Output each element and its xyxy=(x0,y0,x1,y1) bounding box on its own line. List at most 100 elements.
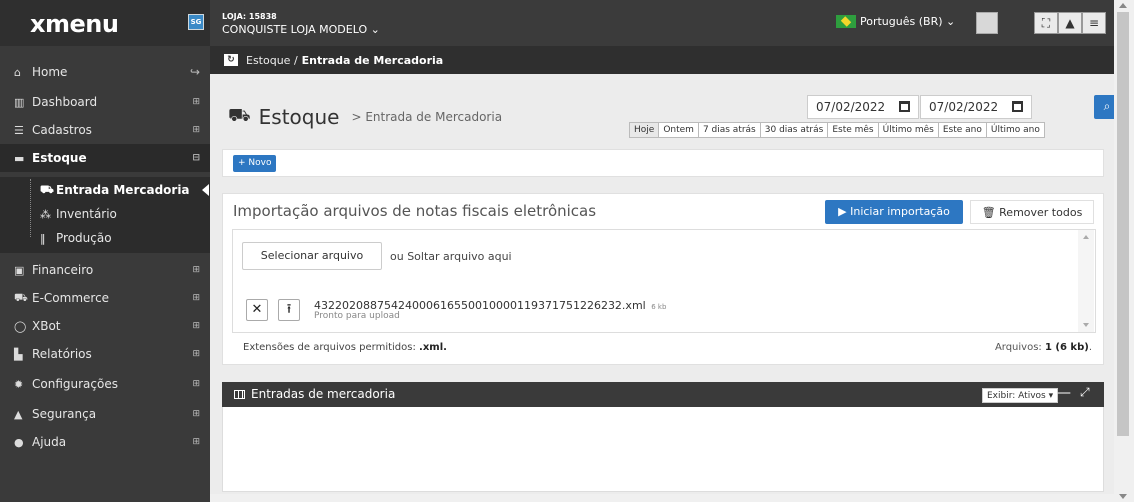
sidebar-item-seguranca[interactable]: ▲ Segurança ⊞ xyxy=(0,400,210,428)
sidebar-item-ajuda[interactable]: ● Ajuda ⊞ xyxy=(0,428,210,456)
notifications-bell-icon[interactable]: ▲ xyxy=(1058,12,1082,34)
cutlery-icon: ‖ xyxy=(40,231,46,245)
horizontal-scrollbar[interactable] xyxy=(210,494,1114,502)
select-file-button[interactable]: Selecionar arquivo xyxy=(242,242,382,270)
page-title: Estoque xyxy=(258,105,340,129)
sidebar-item-cadastros[interactable]: ☰ Cadastros ⊞ xyxy=(0,116,210,144)
expand-arrows-icon[interactable]: ⤢ xyxy=(1080,385,1090,400)
files-count: Arquivos: 1 (6 kb). xyxy=(995,342,1092,353)
remove-file-icon[interactable]: ✕ xyxy=(246,299,268,321)
sidebar-item-relatorios[interactable]: ▙ Relatórios ⊞ xyxy=(0,340,210,368)
sidebar-item-inventario[interactable]: ⁂ Inventário xyxy=(0,202,210,226)
lock-icon: ▲ xyxy=(14,407,23,421)
dropzone-scrollbar[interactable] xyxy=(1078,230,1094,332)
language-selector[interactable]: Português (BR) ⌄ xyxy=(836,15,955,28)
app-logo[interactable]: xmenu xyxy=(30,10,119,38)
import-panel-title: Importação arquivos de notas fiscais ele… xyxy=(233,202,597,220)
upload-file-icon[interactable]: ⭱ xyxy=(278,299,300,321)
truck-icon: ▬ xyxy=(14,151,25,165)
expand-icon: ⊞ xyxy=(192,97,200,107)
ext-value: .xml. xyxy=(419,342,447,353)
page-title-group: ⛟ Estoque > Entrada de Mercadoria xyxy=(228,105,502,129)
sidebar-item-label: Relatórios xyxy=(32,347,92,361)
sidebar-item-label: E-Commerce xyxy=(32,291,110,305)
remove-all-button[interactable]: 🗑 Remover todos xyxy=(970,200,1094,224)
sidebar-item-home[interactable]: ⌂ Home ↪ xyxy=(0,58,210,86)
sidebar-item-label: Dashboard xyxy=(32,95,98,109)
range-este-mes[interactable]: Este mês xyxy=(828,123,879,137)
scroll-down-arrow-icon[interactable] xyxy=(1119,494,1127,499)
range-30-dias[interactable]: 30 dias atrás xyxy=(761,123,829,137)
expand-icon: ⊞ xyxy=(192,409,200,419)
range-ultimo-mes[interactable]: Último mês xyxy=(879,123,939,137)
cart-icon: ⛟ xyxy=(14,290,28,304)
allowed-extensions: Extensões de arquivos permitidos: .xml. xyxy=(243,342,447,353)
entries-panel-title: Entradas de mercadoria xyxy=(251,387,396,401)
fullscreen-button[interactable]: ⛶ xyxy=(1034,12,1058,34)
sidebar-item-ecommerce[interactable]: ⛟ E-Commerce ⊞ xyxy=(0,284,210,312)
count-value: 1 (6 kb) xyxy=(1044,342,1089,353)
sidebar-item-label: Configurações xyxy=(32,377,118,391)
sidebar-item-dashboard[interactable]: ▥ Dashboard ⊞ xyxy=(0,88,210,116)
cart-icon: ⛟ xyxy=(228,105,251,126)
page-subtitle: > Entrada de Mercadoria xyxy=(351,110,503,124)
date-to-value: 07/02/2022 xyxy=(929,100,999,114)
sidebar-item-label: Financeiro xyxy=(32,263,94,277)
sidebar-item-label: Segurança xyxy=(32,407,97,421)
table-icon xyxy=(234,389,245,399)
avatar[interactable] xyxy=(976,12,998,34)
sidebar-item-financeiro[interactable]: ▣ Financeiro ⊞ xyxy=(0,256,210,284)
quick-date-range-group: Hoje Ontem 7 dias atrás 30 dias atrás Es… xyxy=(629,122,1045,138)
share-arrow-icon[interactable]: ↪ xyxy=(190,65,200,79)
sidebar-item-producao[interactable]: ‖ Produção xyxy=(0,226,210,250)
drop-hint: ou Soltar arquivo aqui xyxy=(390,250,512,263)
scroll-up-arrow-icon[interactable] xyxy=(1119,3,1127,8)
date-to-field[interactable]: 07/02/2022 xyxy=(920,95,1032,119)
scroll-up-arrow-icon[interactable] xyxy=(1083,235,1089,239)
sidebar-item-label: Cadastros xyxy=(32,123,92,137)
range-7-dias[interactable]: 7 dias atrás xyxy=(699,123,761,137)
page-scrollbar-thumb[interactable] xyxy=(1117,12,1129,436)
range-ultimo-ano[interactable]: Último ano xyxy=(987,123,1044,137)
sg-badge-icon: SG xyxy=(188,14,204,30)
expand-icon: ⊞ xyxy=(192,437,200,447)
ext-prefix: Extensões de arquivos permitidos: xyxy=(243,342,416,353)
expand-icon: ⊞ xyxy=(192,379,200,389)
range-este-ano[interactable]: Este ano xyxy=(939,123,987,137)
report-icon: ▙ xyxy=(14,347,23,361)
scroll-down-arrow-icon[interactable] xyxy=(1083,323,1089,327)
expand-icon: ⊞ xyxy=(192,125,200,135)
sidebar-item-label: Inventário xyxy=(56,207,117,221)
date-from-field[interactable]: 07/02/2022 xyxy=(807,95,919,119)
menu-hamburger-icon[interactable]: ≡ xyxy=(1082,12,1106,34)
calendar-icon[interactable] xyxy=(899,101,910,112)
range-ontem[interactable]: Ontem xyxy=(659,123,699,137)
language-label: Português (BR) ⌄ xyxy=(860,15,956,28)
expand-icon: ⊞ xyxy=(192,321,200,331)
sidebar-item-label: Entrada Mercadoria xyxy=(56,183,190,197)
sidebar-item-xbot[interactable]: ◯ XBot ⊞ xyxy=(0,312,210,340)
range-hoje[interactable]: Hoje xyxy=(630,123,660,137)
expand-icon: ⊞ xyxy=(192,349,200,359)
logo-area: xmenu SG xyxy=(0,0,210,46)
start-import-button[interactable]: ▶ Iniciar importação xyxy=(825,200,963,224)
collapse-icon: ⊟ xyxy=(192,153,200,163)
minimize-icon[interactable]: — xyxy=(1057,385,1071,401)
new-button[interactable]: + Novo xyxy=(233,155,277,172)
sidebar-item-estoque[interactable]: ▬ Estoque ⊟ xyxy=(0,144,210,172)
sidebar-item-entrada-mercadoria[interactable]: ⛟ Entrada Mercadoria xyxy=(0,178,210,202)
brazil-flag-icon xyxy=(836,15,856,28)
count-suffix: . xyxy=(1088,342,1092,353)
bar-chart-icon: ▥ xyxy=(14,95,25,109)
refresh-icon[interactable]: ↻ xyxy=(224,54,238,66)
sidebar-item-label: Produção xyxy=(56,231,112,245)
breadcrumb-root[interactable]: Estoque / xyxy=(246,54,298,67)
sidebar-item-label: Estoque xyxy=(32,151,87,165)
calendar-icon[interactable] xyxy=(1012,101,1023,112)
sidebar-item-configuracoes[interactable]: ✹ Configurações ⊞ xyxy=(0,370,210,398)
store-selector[interactable]: CONQUISTE LOJA MODELO ⌄ xyxy=(222,23,380,36)
active-indicator-caret xyxy=(202,184,209,196)
cubes-icon: ⁂ xyxy=(40,207,51,221)
sidebar-item-label: Home xyxy=(32,65,68,79)
status-filter-dropdown[interactable]: Exibir: Ativos ▾ xyxy=(982,388,1059,403)
